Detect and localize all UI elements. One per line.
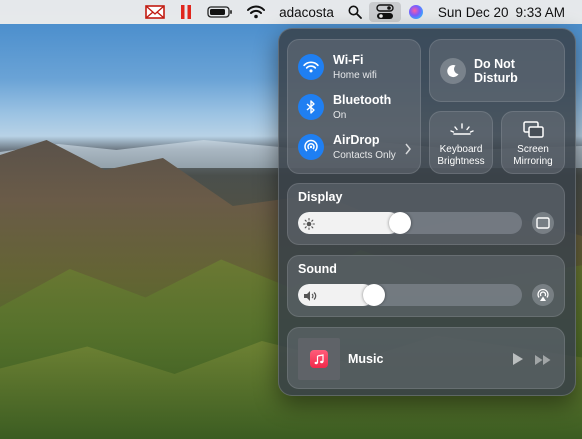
music-artwork [298,338,340,380]
play-icon[interactable] [512,352,524,371]
keyboard-label-line2: Brightness [437,155,485,167]
search-icon[interactable] [341,0,369,24]
menubar-time[interactable]: 9:33 AM [515,0,572,24]
dnd-label-line1: Do Not [474,57,515,71]
volume-slider-knob[interactable] [363,284,385,306]
music-tile[interactable]: Music [287,327,565,389]
display-slider-knob[interactable] [389,212,411,234]
pause-icon[interactable] [172,0,200,24]
siri-icon[interactable] [401,0,431,24]
user-name-label: adacosta [279,4,334,20]
airdrop-status: Contacts Only [333,149,396,161]
menu-bar: adacosta Sun Dec 20 9:33 AM [0,0,582,24]
user-name[interactable]: adacosta [272,0,341,24]
sound-title: Sound [298,262,337,276]
mail-alert-icon[interactable] [138,0,172,24]
keyboard-brightness-icon [450,122,474,141]
skip-forward-icon[interactable] [534,353,552,371]
chevron-right-icon[interactable] [404,142,412,160]
airdrop-toggle[interactable]: AirDrop Contacts Only [298,133,396,161]
display-title: Display [298,190,343,204]
speaker-icon [303,289,317,306]
bluetooth-status: On [333,109,347,121]
keyboard-label-line1: Keyboard [439,144,483,155]
control-center-icon[interactable] [368,2,401,22]
bluetooth-toggle[interactable]: Bluetooth On [298,93,392,121]
menubar-date[interactable]: Sun Dec 20 [431,0,516,24]
music-app-icon [310,350,328,368]
display-brightness-slider[interactable] [298,212,522,234]
airdrop-title: AirDrop [333,133,380,147]
music-title: Music [348,352,384,366]
dnd-label-line2: Disturb [474,71,518,86]
wifi-icon[interactable] [298,54,324,81]
network-tile: Wi-Fi Home wifi Bluetooth On AirDrop Con… [287,39,421,174]
bluetooth-title: Bluetooth [333,93,392,107]
airplay-audio-icon[interactable] [532,284,554,306]
sun-icon [303,217,315,234]
sound-tile: Sound [287,255,565,317]
display-settings-icon[interactable] [532,212,554,234]
screen-mirroring-tile[interactable]: Screen Mirroring [501,111,565,174]
display-tile: Display [287,183,565,245]
mirroring-label-line1: Screen [517,144,549,155]
wifi-toggle[interactable]: Wi-Fi Home wifi [298,53,377,81]
moon-icon [440,58,466,84]
screen-mirroring-icon [523,121,545,144]
volume-slider[interactable] [298,284,522,306]
keyboard-brightness-tile[interactable]: Keyboard Brightness [429,111,493,174]
airdrop-icon[interactable] [298,134,324,161]
bluetooth-icon[interactable] [298,94,324,121]
wifi-icon[interactable] [240,0,272,24]
do-not-disturb-tile[interactable]: Do Not Disturb [429,39,565,102]
wifi-network-name: Home wifi [333,69,377,81]
wifi-title: Wi-Fi [333,53,364,67]
mirroring-label-line2: Mirroring [513,155,553,167]
battery-icon[interactable] [200,0,240,24]
control-center-panel: Wi-Fi Home wifi Bluetooth On AirDrop Con… [278,28,576,396]
